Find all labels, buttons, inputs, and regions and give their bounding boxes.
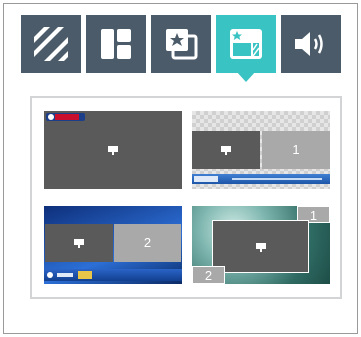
overlay-button[interactable] [151, 15, 211, 73]
template-side-by-side[interactable]: 1 [192, 111, 330, 189]
speaker-icon [293, 29, 329, 59]
screen-slot-2: 2 [114, 224, 181, 262]
mode-toolbar [21, 15, 341, 75]
monitor-icon [108, 146, 118, 155]
screen-slot-2: 2 [192, 266, 225, 284]
star-template-icon [228, 26, 264, 62]
template-pip-bokeh[interactable]: 1 2 [192, 206, 330, 284]
screen-main [212, 220, 309, 273]
template-fullscreen-live[interactable] [44, 111, 182, 189]
monitor-icon [74, 239, 84, 248]
slot-number: 2 [204, 268, 213, 283]
news-ticker [192, 174, 330, 184]
template-gallery: 1 2 1 2 [30, 96, 342, 299]
template-dual-blue[interactable]: 2 [44, 206, 182, 284]
monitor-icon [221, 146, 231, 155]
screen-main [45, 224, 113, 262]
template-button[interactable] [216, 15, 276, 73]
pattern-button[interactable] [21, 15, 81, 73]
live-badge [46, 113, 85, 121]
lower-third-bar [44, 269, 182, 281]
layout-button[interactable] [86, 15, 146, 73]
layout-grid-icon [100, 28, 132, 60]
screen-slot-1: 1 [262, 131, 330, 169]
slot-number: 1 [292, 142, 300, 157]
screen-main [192, 131, 260, 169]
stripes-icon [34, 27, 68, 61]
audio-button[interactable] [281, 15, 341, 73]
active-tab-pointer [236, 71, 256, 82]
slot-number: 2 [143, 235, 152, 250]
star-frame-icon [164, 27, 198, 61]
monitor-icon [256, 243, 266, 252]
